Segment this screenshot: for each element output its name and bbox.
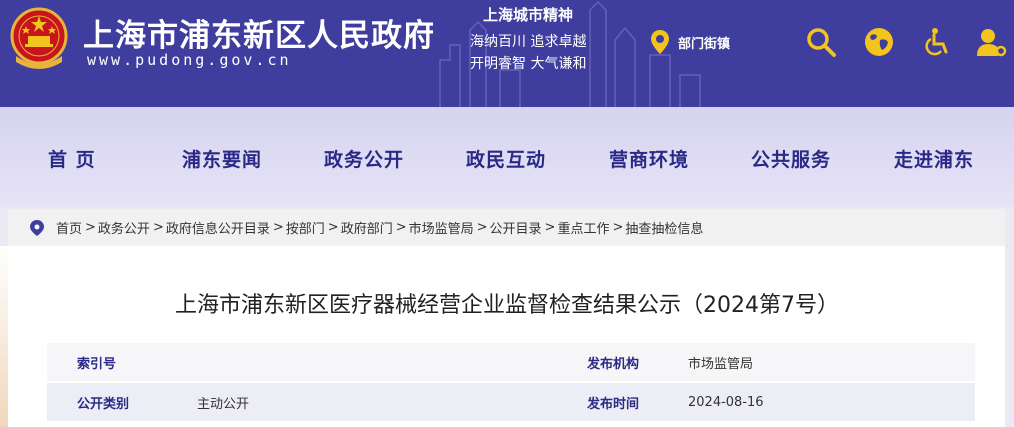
meta-row: 公开类别 主动公开 发布时间 2024-08-16 (47, 383, 975, 421)
breadcrumb-item[interactable]: 政务公开 (98, 218, 150, 237)
breadcrumb-item[interactable]: 公开目录 (490, 218, 542, 237)
index-number-label: 索引号 (77, 356, 117, 372)
breadcrumb-separator: > (395, 220, 407, 235)
dept-town-link[interactable]: 部门街镇 (650, 28, 730, 56)
national-emblem-logo (10, 7, 68, 69)
breadcrumb-separator: > (152, 220, 164, 235)
breadcrumb-separator: > (476, 220, 488, 235)
article-title: 上海市浦东新区医疗器械经营企业监督检查结果公示（2024第7号） (175, 293, 839, 318)
city-spirit-line: 开明睿智 大气谦和 (470, 56, 587, 72)
breadcrumb-current[interactable]: 抽查抽检信息 (625, 218, 703, 237)
breadcrumb-separator: > (272, 220, 284, 235)
city-spirit-line: 海纳百川 追求卓越 (470, 34, 587, 50)
breadcrumb-item[interactable]: 首页 (56, 218, 82, 237)
wheelchair-icon[interactable] (921, 26, 953, 58)
site-url: www.pudong.gov.cn (87, 51, 292, 69)
city-spirit-title: 上海城市精神 (483, 6, 574, 24)
category-label: 公开类别 (77, 396, 130, 412)
globe-icon[interactable] (863, 26, 895, 58)
issuer-label: 发布机构 (587, 356, 640, 372)
category-value: 主动公开 (197, 396, 250, 412)
nav-item-about-pudong[interactable]: 走进浦东 (894, 145, 974, 172)
breadcrumb-item[interactable]: 政府部门 (341, 218, 393, 237)
publish-date-value: 2024-08-16 (688, 394, 764, 410)
breadcrumb-item[interactable]: 市场监管局 (409, 218, 474, 237)
breadcrumb-item[interactable]: 政府信息公开目录 (166, 218, 270, 237)
breadcrumb-separator: > (327, 220, 339, 235)
breadcrumb-separator: > (544, 220, 556, 235)
breadcrumb: 首页 > 政务公开 > 政府信息公开目录 > 按部门 > 政府部门 > 市场监管… (8, 209, 1005, 246)
dept-town-label: 部门街镇 (678, 36, 731, 52)
site-title[interactable]: 上海市浦东新区人民政府 (83, 10, 435, 55)
nav-item-interaction[interactable]: 政民互动 (466, 145, 546, 172)
location-icon (30, 219, 44, 236)
breadcrumb-separator: > (85, 220, 96, 235)
publish-date-label: 发布时间 (587, 396, 640, 412)
breadcrumb-item[interactable]: 重点工作 (557, 218, 609, 237)
issuer-value: 市场监管局 (688, 356, 754, 372)
nav-item-gov-affairs[interactable]: 政务公开 (324, 145, 404, 172)
nav-item-news[interactable]: 浦东要闻 (182, 145, 262, 172)
nav-item-public-service[interactable]: 公共服务 (751, 145, 831, 172)
main-nav: 首 页 浦东要闻 政务公开 政民互动 营商环境 公共服务 走进浦东 (0, 107, 1014, 207)
location-pin-icon (651, 30, 669, 54)
breadcrumb-item[interactable]: 按部门 (286, 218, 325, 237)
site-header: 上海市浦东新区人民政府 www.pudong.gov.cn 上海城市精神 海纳百… (0, 0, 1014, 107)
breadcrumb-separator: > (612, 220, 624, 235)
meta-row: 索引号 发布机构 市场监管局 (47, 343, 975, 381)
search-icon[interactable] (805, 26, 837, 58)
nav-item-home[interactable]: 首 页 (48, 145, 96, 172)
nav-item-business[interactable]: 营商环境 (609, 145, 689, 172)
user-settings-icon[interactable] (975, 26, 1007, 58)
